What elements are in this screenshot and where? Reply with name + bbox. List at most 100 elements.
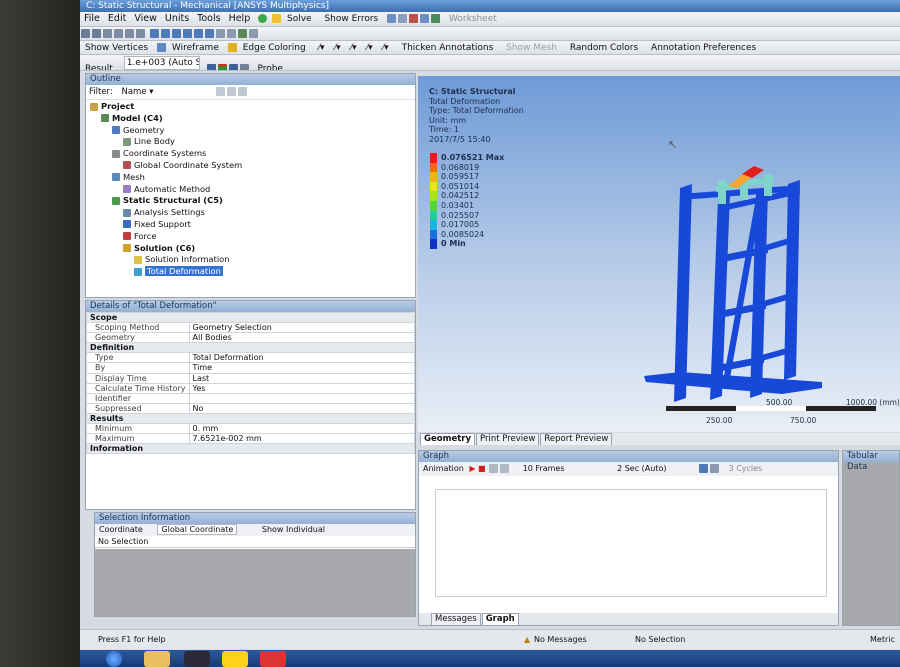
rotate-icon[interactable] bbox=[149, 29, 159, 38]
tree-item[interactable]: Force bbox=[86, 231, 415, 243]
toolbar-icon-d[interactable] bbox=[420, 14, 430, 23]
vertex-icon[interactable] bbox=[103, 29, 112, 38]
tree-item[interactable]: Solution (C6) bbox=[86, 243, 415, 255]
details-row[interactable]: Geometry All Bodies bbox=[86, 332, 415, 344]
tree-item[interactable]: Analysis Settings bbox=[86, 207, 415, 219]
tree-item[interactable]: Model (C4) bbox=[86, 113, 415, 125]
details-value[interactable]: Yes bbox=[188, 382, 415, 394]
chevron-down-icon[interactable]: ▾ bbox=[147, 87, 153, 97]
worksheet-button[interactable]: Worksheet bbox=[447, 13, 499, 25]
file-explorer-icon[interactable] bbox=[144, 651, 170, 667]
show-vertices-button[interactable]: Show Vertices bbox=[83, 42, 150, 54]
details-group-header[interactable]: Information bbox=[86, 443, 415, 455]
select-mode-icon[interactable] bbox=[92, 29, 101, 38]
tree-item[interactable]: Static Structural (C5) bbox=[86, 195, 415, 207]
edge-coloring-button[interactable]: Edge Coloring bbox=[241, 42, 308, 54]
details-value[interactable]: Time bbox=[188, 362, 415, 374]
menu-units[interactable]: Units bbox=[161, 12, 193, 26]
show-individual-dropdown[interactable]: Show Individual bbox=[262, 525, 325, 534]
edges-icon[interactable] bbox=[228, 64, 238, 70]
details-group-header[interactable]: Scope bbox=[86, 311, 415, 324]
select-icon[interactable] bbox=[81, 29, 90, 38]
status-units[interactable]: Metric bbox=[870, 630, 895, 649]
zoom-icon[interactable] bbox=[171, 29, 181, 38]
toolbar-icon-c[interactable] bbox=[409, 14, 419, 23]
tab-print-preview[interactable]: Print Preview bbox=[476, 433, 540, 445]
tree-item[interactable]: Mesh bbox=[86, 172, 415, 184]
start-button-icon[interactable] bbox=[106, 651, 122, 667]
geometry-display-icon[interactable] bbox=[206, 64, 216, 70]
edge-icon[interactable] bbox=[114, 29, 123, 38]
details-value[interactable]: Last bbox=[188, 372, 415, 384]
box-zoom-icon[interactable] bbox=[182, 29, 192, 38]
edge-display-dropdown-2[interactable]: ⁄▾ bbox=[333, 42, 343, 54]
play-icon[interactable]: ▶ bbox=[469, 464, 475, 473]
filter-dropdown[interactable]: Name bbox=[121, 87, 146, 97]
details-value[interactable]: Geometry Selection bbox=[188, 322, 415, 334]
tree-item[interactable]: Global Coordinate System bbox=[86, 160, 415, 172]
edge-display-dropdown-3[interactable]: ⁄▾ bbox=[349, 42, 359, 54]
toolbar-icon-a[interactable] bbox=[387, 14, 397, 23]
annotation-preferences-button[interactable]: Annotation Preferences bbox=[649, 42, 758, 54]
details-value[interactable]: No bbox=[188, 402, 415, 414]
menu-file[interactable]: File bbox=[80, 12, 104, 26]
status-messages[interactable]: No Messages bbox=[534, 630, 587, 649]
stop-icon[interactable]: ■ bbox=[478, 464, 486, 473]
edge-display-dropdown-4[interactable]: ⁄▾ bbox=[365, 42, 375, 54]
details-row[interactable]: Minimum 0. mm bbox=[86, 423, 415, 435]
menu-tools[interactable]: Tools bbox=[193, 12, 224, 26]
edge-display-dropdown-5[interactable]: ⁄▾ bbox=[381, 42, 391, 54]
details-value[interactable]: 7.6521e-002 mm bbox=[188, 433, 415, 445]
details-row[interactable]: Type Total Deformation bbox=[86, 352, 415, 364]
magnifier-icon[interactable] bbox=[204, 29, 214, 38]
probe-button[interactable]: Probe bbox=[255, 63, 285, 70]
details-row[interactable]: Identifier bbox=[86, 392, 415, 404]
tree-item[interactable]: Line Body bbox=[86, 136, 415, 148]
grid-icon[interactable] bbox=[238, 87, 248, 96]
random-colors-button[interactable]: Random Colors bbox=[568, 42, 640, 54]
details-value[interactable]: 0. mm bbox=[188, 423, 415, 435]
details-value[interactable]: All Bodies bbox=[188, 332, 415, 344]
menu-view[interactable]: View bbox=[130, 12, 161, 26]
details-value[interactable]: Total Deformation bbox=[188, 352, 415, 364]
iso-view-icon[interactable] bbox=[237, 29, 247, 38]
check-icon[interactable] bbox=[258, 14, 268, 23]
tab-report-preview[interactable]: Report Preview bbox=[540, 433, 613, 445]
coordinate-dropdown[interactable]: Global Coordinate bbox=[157, 524, 238, 535]
details-row[interactable]: Scoping Method Geometry Selection bbox=[86, 322, 415, 334]
next-view-icon[interactable] bbox=[226, 29, 236, 38]
previous-frame-icon[interactable] bbox=[489, 464, 499, 473]
export-video-icon[interactable] bbox=[699, 464, 709, 473]
mechanical-app-icon[interactable] bbox=[260, 651, 286, 667]
details-row[interactable]: Calculate Time History Yes bbox=[86, 382, 415, 394]
solve-button[interactable]: Solve bbox=[285, 13, 314, 25]
graphics-viewport[interactable]: C: Static Structural Total Deformation Typ… bbox=[418, 76, 900, 432]
menu-help[interactable]: Help bbox=[225, 12, 255, 26]
tab-geometry[interactable]: Geometry bbox=[420, 433, 475, 445]
face-icon[interactable] bbox=[125, 29, 134, 38]
details-row[interactable]: Display Time Last bbox=[86, 372, 415, 384]
tree-item[interactable]: Solution Information bbox=[86, 254, 415, 266]
details-group-header[interactable]: Results bbox=[86, 412, 415, 425]
menu-edit[interactable]: Edit bbox=[104, 12, 130, 26]
tab-messages[interactable]: Messages bbox=[431, 613, 481, 625]
tree-item[interactable]: Project bbox=[86, 101, 415, 113]
ansys-workbench-icon[interactable] bbox=[222, 651, 248, 667]
toolbar-icon-e[interactable] bbox=[431, 14, 441, 23]
result-scale-dropdown[interactable]: 1.e+003 (Auto Sc bbox=[123, 56, 200, 70]
collapse-icon[interactable] bbox=[227, 87, 237, 96]
details-row[interactable]: Maximum 7.6521e-002 mm bbox=[86, 433, 415, 445]
toolbar-icon-b[interactable] bbox=[398, 14, 408, 23]
details-row[interactable]: Suppressed No bbox=[86, 402, 415, 414]
pan-icon[interactable] bbox=[160, 29, 170, 38]
cycles-option[interactable]: 3 Cycles bbox=[729, 464, 763, 473]
tree-item[interactable]: Coordinate Systems bbox=[86, 148, 415, 160]
expand-all-icon[interactable] bbox=[216, 87, 226, 96]
tree-item[interactable]: Automatic Method bbox=[86, 184, 415, 196]
zoom-fit-icon[interactable] bbox=[193, 29, 203, 38]
thicken-annotations-button[interactable]: Thicken Annotations bbox=[400, 42, 496, 54]
details-row[interactable]: By Time bbox=[86, 362, 415, 374]
previous-view-icon[interactable] bbox=[215, 29, 225, 38]
duration-dropdown[interactable]: 2 Sec (Auto) bbox=[617, 464, 666, 473]
show-errors-button[interactable]: Show Errors bbox=[322, 13, 380, 25]
